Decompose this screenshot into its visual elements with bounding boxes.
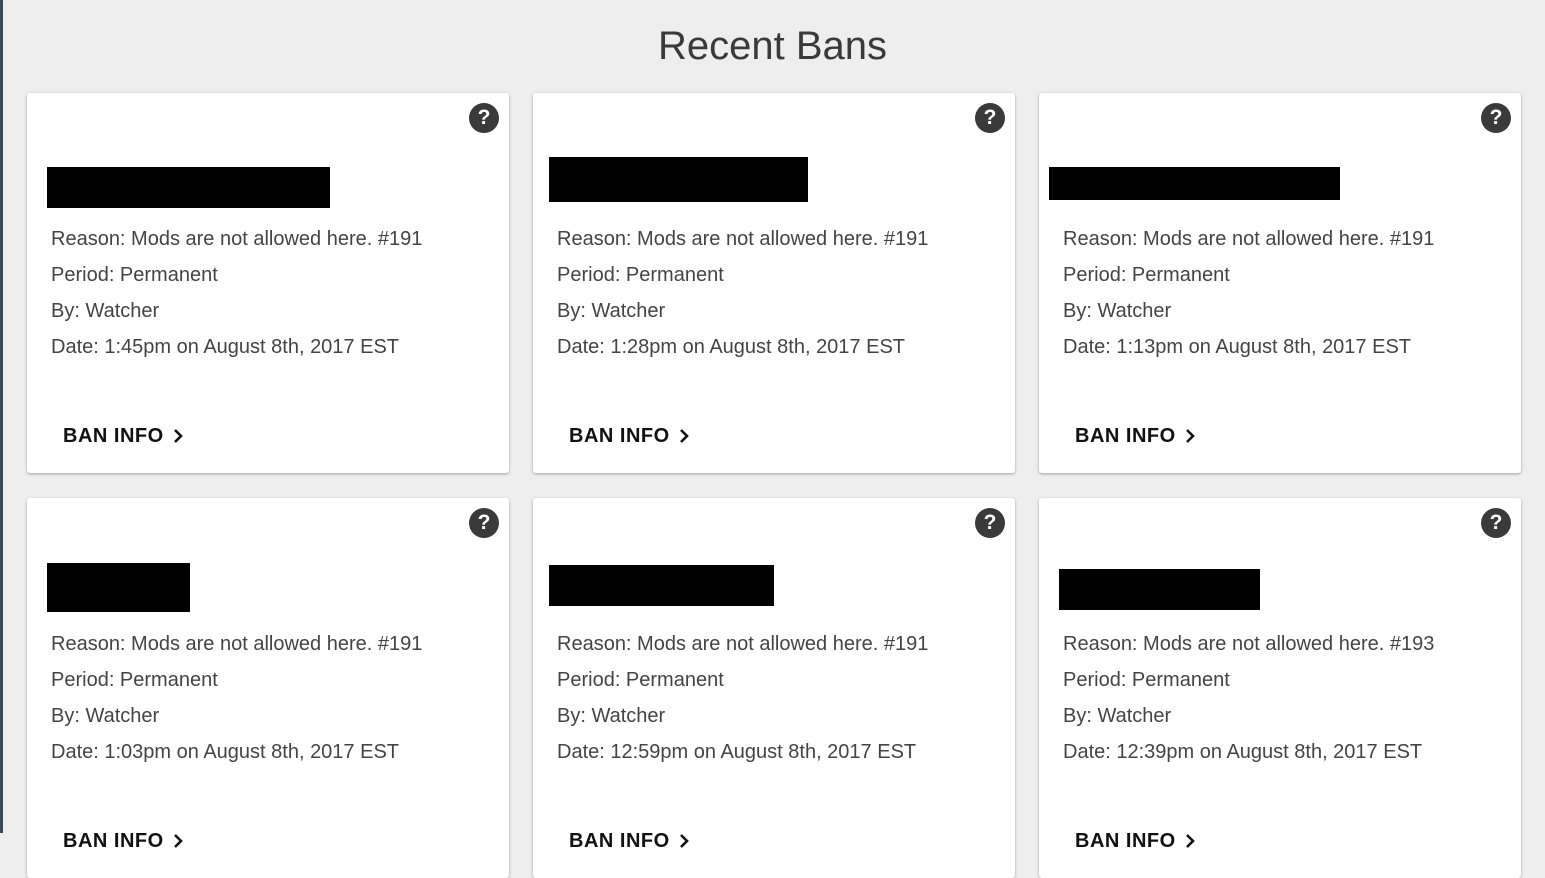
ban-info-button[interactable]: BAN INFO bbox=[1075, 423, 1196, 449]
ban-details: Reason: Mods are not allowed here. #191 … bbox=[51, 221, 422, 365]
question-circle-icon[interactable]: ? bbox=[1481, 508, 1511, 538]
redacted-username bbox=[1059, 569, 1260, 610]
ban-period: Period: Permanent bbox=[1063, 264, 1230, 286]
ban-by: By: Watcher bbox=[1063, 705, 1172, 727]
chevron-right-icon bbox=[679, 834, 689, 848]
ban-card: ? Reason: Mods are not allowed here. #19… bbox=[1039, 498, 1521, 878]
ban-card: ? Reason: Mods are not allowed here. #19… bbox=[27, 93, 509, 473]
redacted-username bbox=[47, 167, 330, 208]
ban-period: Period: Permanent bbox=[51, 669, 218, 691]
ban-period: Period: Permanent bbox=[557, 669, 724, 691]
ban-info-button[interactable]: BAN INFO bbox=[63, 423, 184, 449]
ban-details: Reason: Mods are not allowed here. #193 … bbox=[1063, 626, 1434, 770]
ban-reason: Reason: Mods are not allowed here. #191 bbox=[51, 633, 423, 655]
question-circle-icon[interactable]: ? bbox=[975, 103, 1005, 133]
ban-by: By: Watcher bbox=[557, 705, 666, 727]
ban-info-label: BAN INFO bbox=[569, 424, 670, 447]
ban-period: Period: Permanent bbox=[51, 264, 218, 286]
ban-reason: Reason: Mods are not allowed here. #191 bbox=[1063, 228, 1435, 250]
question-circle-icon[interactable]: ? bbox=[469, 103, 499, 133]
ban-date: Date: 1:45pm on August 8th, 2017 EST bbox=[51, 336, 400, 358]
chevron-right-icon bbox=[1185, 429, 1195, 443]
redacted-username bbox=[549, 565, 774, 606]
page-title: Recent Bans bbox=[657, 24, 888, 68]
ban-by: By: Watcher bbox=[1063, 300, 1172, 322]
ban-info-label: BAN INFO bbox=[63, 424, 164, 447]
redacted-username bbox=[549, 157, 808, 202]
redacted-username bbox=[47, 563, 190, 612]
question-circle-icon[interactable]: ? bbox=[1481, 103, 1511, 133]
ban-card: ? Reason: Mods are not allowed here. #19… bbox=[1039, 93, 1521, 473]
ban-details: Reason: Mods are not allowed here. #191 … bbox=[557, 221, 928, 365]
chevron-right-icon bbox=[173, 834, 183, 848]
ban-details: Reason: Mods are not allowed here. #191 … bbox=[557, 626, 928, 770]
ban-card: ? Reason: Mods are not allowed here. #19… bbox=[27, 498, 509, 878]
ban-by: By: Watcher bbox=[51, 705, 160, 727]
ban-reason: Reason: Mods are not allowed here. #191 bbox=[51, 228, 423, 250]
ban-period: Period: Permanent bbox=[557, 264, 724, 286]
ban-date: Date: 1:03pm on August 8th, 2017 EST bbox=[51, 741, 400, 763]
ban-date: Date: 1:13pm on August 8th, 2017 EST bbox=[1063, 336, 1412, 358]
ban-info-button[interactable]: BAN INFO bbox=[569, 423, 690, 449]
ban-details: Reason: Mods are not allowed here. #191 … bbox=[1063, 221, 1434, 365]
ban-info-button[interactable]: BAN INFO bbox=[569, 828, 690, 854]
redacted-username bbox=[1049, 167, 1340, 200]
chevron-right-icon bbox=[679, 429, 689, 443]
ban-details: Reason: Mods are not allowed here. #191 … bbox=[51, 626, 422, 770]
question-circle-icon[interactable]: ? bbox=[975, 508, 1005, 538]
ban-info-button[interactable]: BAN INFO bbox=[63, 828, 184, 854]
question-circle-icon[interactable]: ? bbox=[469, 508, 499, 538]
ban-date: Date: 12:39pm on August 8th, 2017 EST bbox=[1063, 741, 1423, 763]
ban-reason: Reason: Mods are not allowed here. #191 bbox=[557, 633, 929, 655]
window-left-edge bbox=[0, 0, 3, 833]
ban-info-label: BAN INFO bbox=[1075, 424, 1176, 447]
ban-info-button[interactable]: BAN INFO bbox=[1075, 828, 1196, 854]
ban-card: ? Reason: Mods are not allowed here. #19… bbox=[533, 498, 1015, 878]
ban-reason: Reason: Mods are not allowed here. #191 bbox=[557, 228, 929, 250]
chevron-right-icon bbox=[173, 429, 183, 443]
ban-date: Date: 1:28pm on August 8th, 2017 EST bbox=[557, 336, 906, 358]
ban-period: Period: Permanent bbox=[1063, 669, 1230, 691]
ban-by: By: Watcher bbox=[557, 300, 666, 322]
ban-by: By: Watcher bbox=[51, 300, 160, 322]
chevron-right-icon bbox=[1185, 834, 1195, 848]
ban-date: Date: 12:59pm on August 8th, 2017 EST bbox=[557, 741, 917, 763]
ban-reason: Reason: Mods are not allowed here. #193 bbox=[1063, 633, 1435, 655]
ban-card: ? Reason: Mods are not allowed here. #19… bbox=[533, 93, 1015, 473]
